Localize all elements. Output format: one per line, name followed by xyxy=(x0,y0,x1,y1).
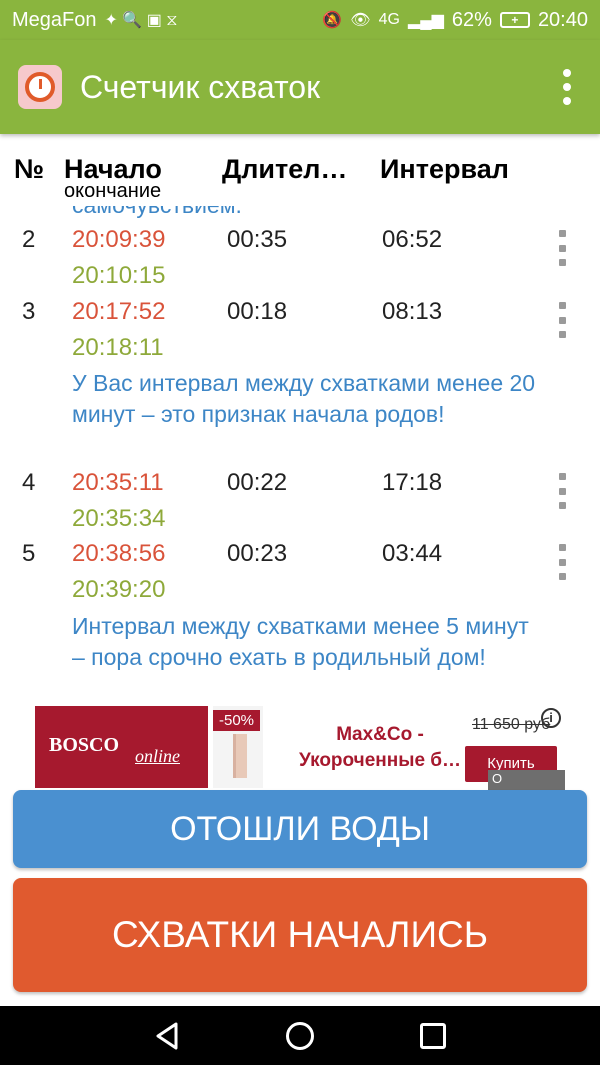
row-end: 20:18:11 xyxy=(72,334,164,361)
ad-banner[interactable]: BOSCO online -50% Max&Co - Укороченные б… xyxy=(35,706,565,802)
header-num: № xyxy=(14,154,45,184)
contractions-started-button[interactable]: СХВАТКИ НАЧАЛИСЬ xyxy=(13,878,587,992)
mute-icon: 🔕 xyxy=(322,12,343,29)
row-interval: 03:44 xyxy=(382,540,443,567)
table-row[interactable]: 3 20:17:52 20:18:11 00:18 08:13 xyxy=(0,278,600,361)
header-duration: Длител… xyxy=(222,154,348,184)
contractions-list[interactable]: самочувствием. 2 20:09:39 20:10:15 00:35… xyxy=(0,206,600,706)
overflow-menu-icon[interactable] xyxy=(552,62,582,112)
signal-icon: ▂▄▆ xyxy=(407,12,444,29)
system-nav-bar xyxy=(0,1006,600,1065)
row-interval: 17:18 xyxy=(382,469,443,496)
ad-brand-logo[interactable]: BOSCO online xyxy=(35,706,208,788)
ad-brand-name: BOSCO xyxy=(49,734,120,756)
table-header: № Начало окончание Длител… Интервал xyxy=(0,150,600,206)
row-interval: 06:52 xyxy=(382,226,443,253)
ad-info-icon[interactable]: i xyxy=(541,708,561,728)
row-num: 5 xyxy=(22,540,36,567)
row-end: 20:39:20 xyxy=(72,576,166,603)
battery-percent: 62% xyxy=(451,8,492,31)
eye-icon: 👁 xyxy=(350,12,371,29)
table-row[interactable]: 4 20:35:11 20:35:34 00:22 17:18 xyxy=(0,449,600,532)
ad-brand-sub: online xyxy=(135,746,180,766)
battery-icon: + xyxy=(499,12,530,28)
table-row[interactable]: 2 20:09:39 20:10:15 00:35 06:52 xyxy=(0,206,600,289)
water-broke-button[interactable]: ОТОШЛИ ВОДЫ xyxy=(13,790,587,868)
network-label: 4G xyxy=(378,11,400,28)
row-duration: 00:23 xyxy=(227,540,288,567)
ad-discount-badge: -50% xyxy=(213,710,261,731)
notification-icons: ✦ 🔍 ▣ ⧖ xyxy=(104,12,178,29)
recent-apps-icon[interactable] xyxy=(420,1023,446,1049)
row-duration: 00:35 xyxy=(227,226,288,253)
row-num: 2 xyxy=(22,226,36,253)
row-start: 20:38:56 xyxy=(72,540,166,567)
note-go-to-hospital: Интервал между схватками менее 5 минут –… xyxy=(72,613,529,670)
row-menu-icon[interactable] xyxy=(552,230,572,266)
row-menu-icon[interactable] xyxy=(552,473,572,509)
row-start: 20:35:11 xyxy=(72,469,164,496)
app-title: Счетчик схваток xyxy=(80,68,321,105)
row-start: 20:09:39 xyxy=(72,226,166,253)
ad-product-legs xyxy=(233,734,247,778)
row-menu-icon[interactable] xyxy=(552,544,572,580)
note-labor-start: У Вас интервал между схватками менее 20 … xyxy=(72,370,536,427)
carrier-label: MegaFon xyxy=(12,8,97,31)
ad-old-price: 11 650 руб xyxy=(472,716,551,733)
back-icon[interactable] xyxy=(154,1022,180,1050)
table-row[interactable]: 5 20:38:56 20:39:20 00:23 03:44 xyxy=(0,520,600,603)
row-duration: 00:18 xyxy=(227,298,288,325)
header-interval: Интервал xyxy=(380,154,509,184)
row-interval: 08:13 xyxy=(382,298,443,325)
status-bar: MegaFon ✦ 🔍 ▣ ⧖ 🔕 👁 4G ▂▄▆ 62% + 20:40 xyxy=(0,0,600,40)
row-duration: 00:22 xyxy=(227,469,288,496)
row-num: 3 xyxy=(22,298,36,325)
header-end: окончание xyxy=(64,180,162,202)
ad-title[interactable]: Max&Co - Укороченные б… xyxy=(285,722,475,774)
home-icon[interactable] xyxy=(286,1022,314,1050)
row-menu-icon[interactable] xyxy=(552,302,572,338)
row-num: 4 xyxy=(22,469,36,496)
clock: 20:40 xyxy=(537,8,588,31)
app-logo-icon xyxy=(18,65,62,109)
row-start: 20:17:52 xyxy=(72,298,166,325)
app-bar: Счетчик схваток xyxy=(0,40,600,134)
